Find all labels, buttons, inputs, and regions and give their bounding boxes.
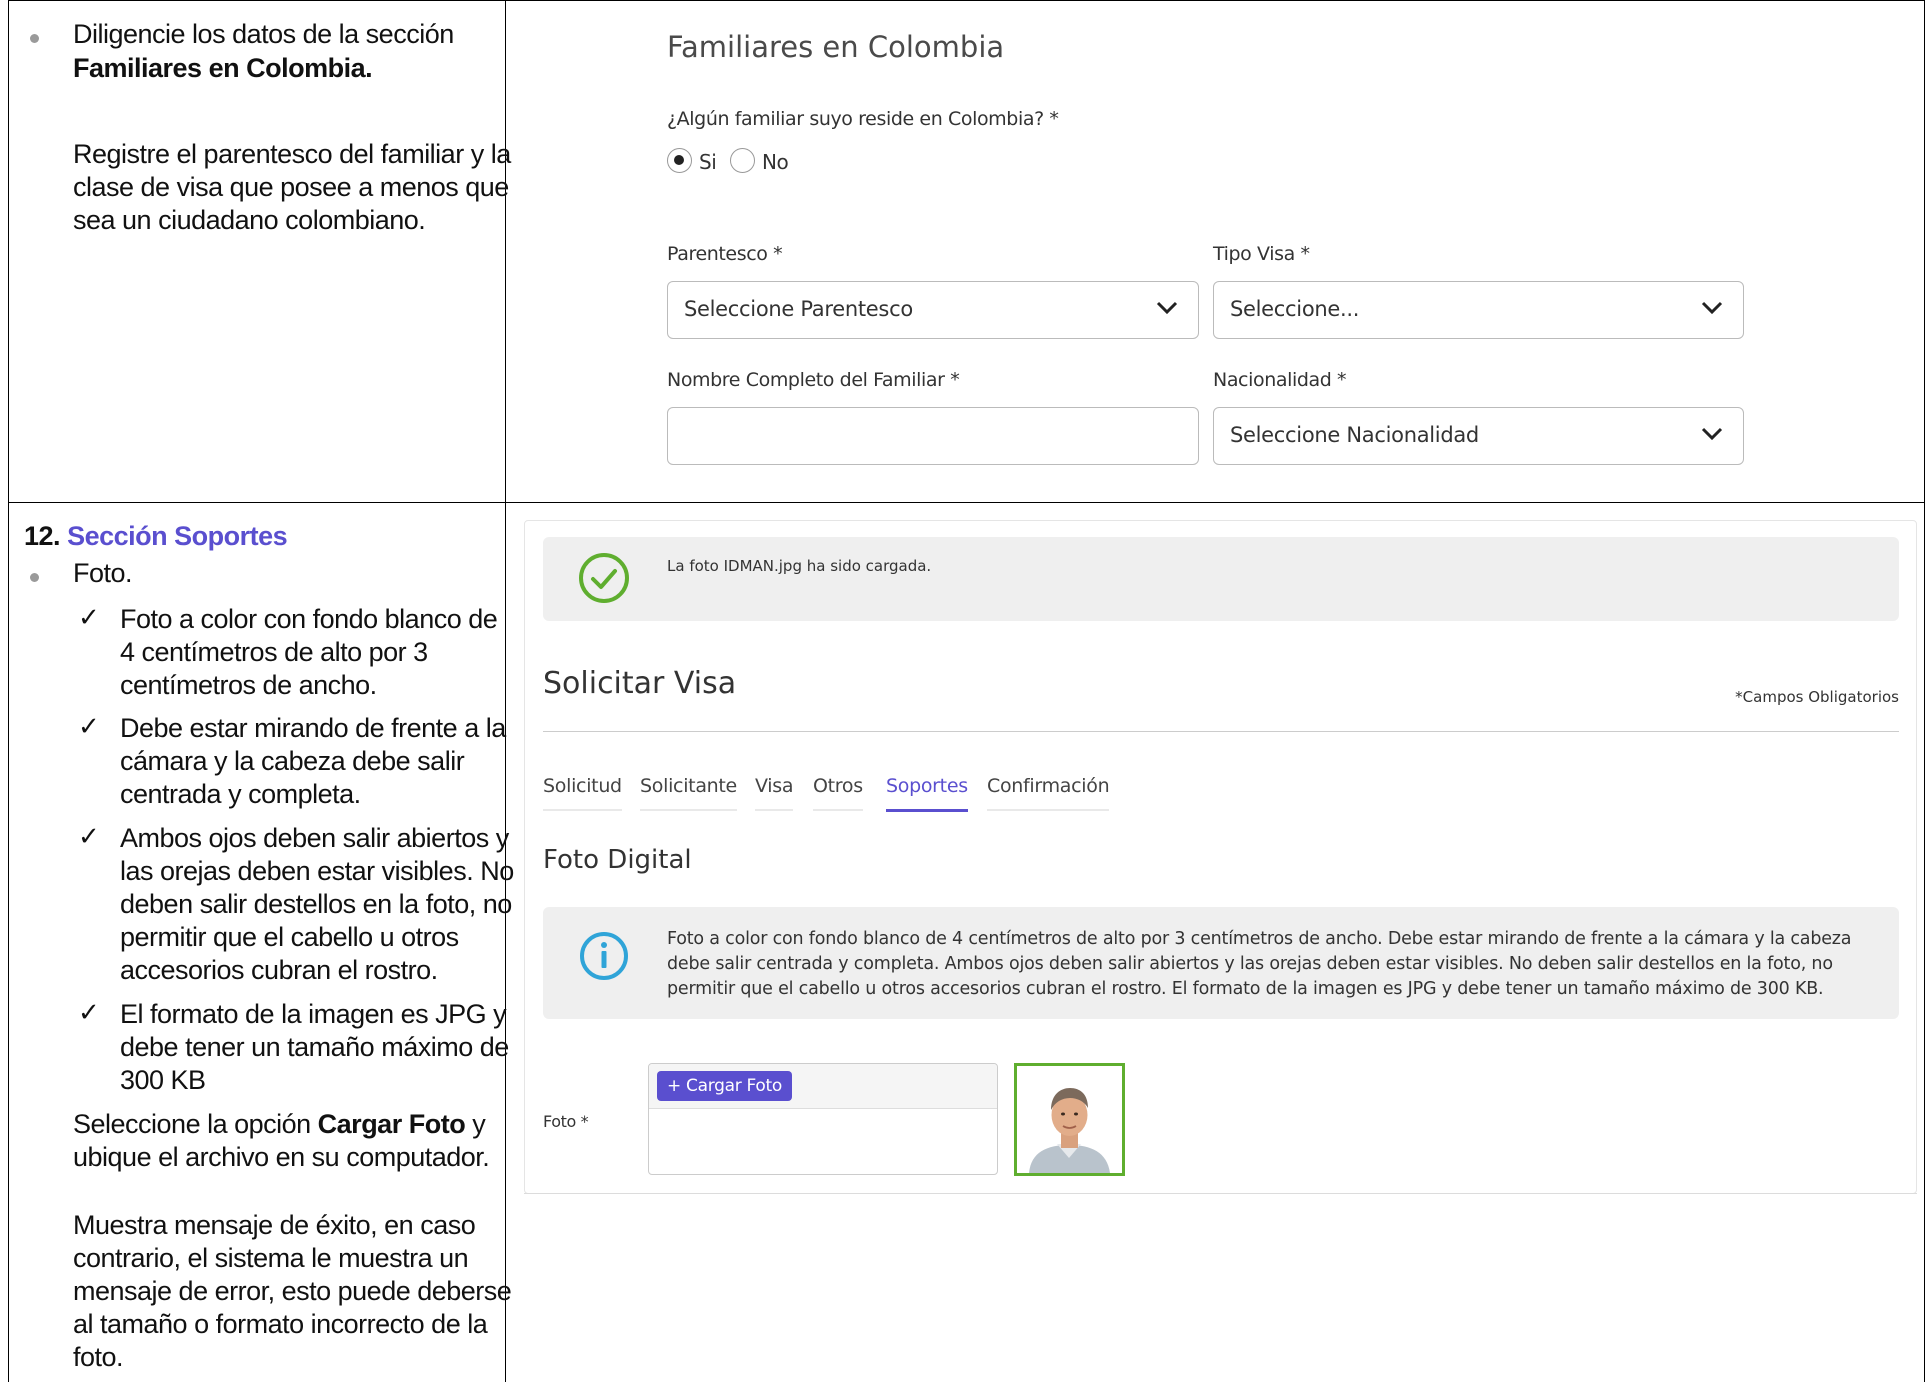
table-row-divider: [8, 502, 1925, 503]
check-icon: ✓: [78, 822, 100, 852]
check-icon: ✓: [78, 712, 100, 742]
nombre-familiar-label: Nombre Completo del Familiar *: [667, 369, 960, 391]
success-alert: La foto IDMAN.jpg ha sido cargada.: [543, 537, 1899, 621]
nombre-familiar-input[interactable]: [667, 407, 1199, 465]
tab-otros[interactable]: Otros: [813, 775, 863, 811]
table-border-right: [1924, 0, 1925, 1382]
tipo-visa-label: Tipo Visa *: [1213, 243, 1310, 265]
instruction-line: Registre el parentesco del familiar y la: [73, 139, 511, 169]
parentesco-value: Seleccione Parentesco: [684, 297, 913, 321]
check-text: centrada y completa.: [120, 779, 361, 809]
result-text: contrario, el sistema le muestra un: [73, 1243, 469, 1273]
required-fields-note: *Campos Obligatorios: [1735, 688, 1899, 706]
info-text: Foto a color con fondo blanco de 4 centí…: [667, 929, 1852, 999]
solicitar-visa-title: Solicitar Visa: [543, 666, 737, 701]
instruction-bold: Familiares en Colombia.: [73, 53, 373, 83]
person-photo-icon: [1017, 1066, 1122, 1173]
check-text: Foto a color con fondo blanco de: [120, 604, 498, 634]
chevron-down-icon: [1701, 301, 1723, 315]
bullet-foto: Foto.: [73, 558, 133, 588]
photo-upload-box[interactable]: + Cargar Foto: [648, 1063, 998, 1175]
check-text: debe tener un tamaño máximo de: [120, 1032, 509, 1062]
section-number: 12.: [24, 521, 61, 551]
radio-si-label: Si: [699, 150, 717, 174]
photo-preview: [1014, 1063, 1125, 1176]
tab-visa[interactable]: Visa: [755, 775, 794, 811]
foto-digital-title: Foto Digital: [543, 845, 692, 875]
tab-soportes[interactable]: Soportes: [886, 775, 968, 812]
nacionalidad-select[interactable]: Seleccione Nacionalidad: [1213, 407, 1744, 465]
table-border-top: [8, 0, 1925, 1]
select-instruction-line2: ubique el archivo en su computador.: [73, 1142, 490, 1172]
check-text: deben salir destellos en la foto, no: [120, 889, 512, 919]
parentesco-select[interactable]: Seleccione Parentesco: [667, 281, 1199, 339]
check-text: centímetros de ancho.: [120, 670, 377, 700]
result-text: mensaje de error, esto puede deberse: [73, 1276, 512, 1306]
result-text: Muestra mensaje de éxito, en caso: [73, 1210, 476, 1240]
tab-solicitante[interactable]: Solicitante: [640, 775, 737, 811]
title-divider: [543, 731, 1899, 732]
instruction-line: clase de visa que posee a menos que: [73, 172, 509, 202]
check-icon: ✓: [78, 603, 100, 633]
nacionalidad-label: Nacionalidad *: [1213, 369, 1347, 391]
check-text: El formato de la imagen es JPG y: [120, 999, 507, 1029]
tab-solicitud[interactable]: Solicitud: [543, 775, 622, 811]
check-text: cámara y la cabeza debe salir: [120, 746, 465, 776]
section-title: Sección Soportes: [67, 521, 288, 551]
tipo-visa-value: Seleccione...: [1230, 297, 1360, 321]
radio-si[interactable]: [667, 148, 692, 173]
check-text: accesorios cubran el rostro.: [120, 955, 438, 985]
section-heading: 12. Sección Soportes: [24, 520, 288, 553]
foto-label: Foto *: [543, 1112, 589, 1131]
success-check-circle-icon: [579, 553, 629, 603]
tipo-visa-select[interactable]: Seleccione...: [1213, 281, 1744, 339]
tab-confirmacion[interactable]: Confirmación: [987, 775, 1110, 811]
bullet-icon: [30, 34, 39, 43]
upload-photo-button[interactable]: + Cargar Foto: [657, 1071, 792, 1101]
chevron-down-icon: [1156, 301, 1178, 315]
check-text: las orejas deben estar visibles. No: [120, 856, 514, 886]
select-instruction: Seleccione la opción Cargar Foto y: [73, 1109, 486, 1139]
table-column-divider: [505, 0, 506, 1382]
chevron-down-icon: [1701, 427, 1723, 441]
check-icon: ✓: [78, 998, 100, 1028]
check-text: Debe estar mirando de frente a la: [120, 713, 506, 743]
radio-no-label: No: [762, 150, 789, 174]
check-text: permitir que el cabello u otros: [120, 922, 459, 952]
parentesco-label: Parentesco *: [667, 243, 783, 265]
success-message: La foto IDMAN.jpg ha sido cargada.: [667, 557, 932, 575]
result-text: al tamaño o formato incorrecto de la: [73, 1309, 488, 1339]
instruction-line: sea un ciudadano colombiano.: [73, 205, 426, 235]
instruction-line: Diligencie los datos de la sección: [73, 19, 454, 49]
upload-toolbar: + Cargar Foto: [649, 1064, 997, 1109]
familiar-question-label: ¿Algún familiar suyo reside en Colombia?…: [667, 108, 1059, 130]
bullet-icon: [30, 573, 39, 582]
result-text: foto.: [73, 1342, 124, 1372]
check-text: 4 centímetros de alto por 3: [120, 637, 428, 667]
check-text: 300 KB: [120, 1065, 206, 1095]
table-border-left: [8, 0, 9, 1382]
nacionalidad-value: Seleccione Nacionalidad: [1230, 423, 1479, 447]
panel-bottom-divider: [524, 1193, 1917, 1194]
info-circle-icon: [580, 932, 628, 980]
radio-no[interactable]: [730, 148, 755, 173]
check-text: Ambos ojos deben salir abiertos y: [120, 823, 509, 853]
familiares-title: Familiares en Colombia: [667, 30, 1005, 64]
